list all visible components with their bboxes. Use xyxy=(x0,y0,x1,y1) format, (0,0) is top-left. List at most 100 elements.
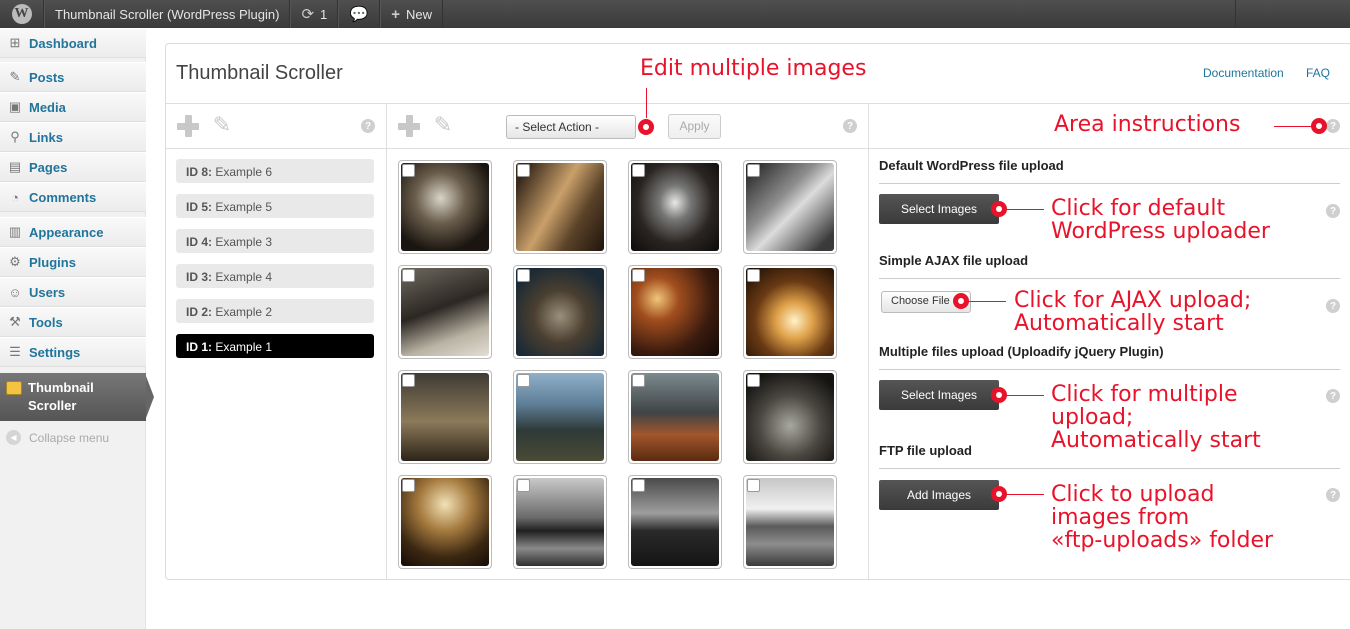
image-thumbnail[interactable] xyxy=(628,475,722,569)
menu-item-label: Pages xyxy=(29,159,68,175)
bulk-action-select[interactable]: - Select Action - xyxy=(506,115,636,139)
image-thumbnail[interactable] xyxy=(743,160,837,254)
new-label: New xyxy=(406,6,433,22)
image-select-checkbox[interactable] xyxy=(632,374,645,387)
wordpress-logo-button[interactable]: W xyxy=(0,0,44,28)
menu-item-appearance[interactable]: ▥ Appearance xyxy=(0,217,146,247)
image-select-checkbox[interactable] xyxy=(402,479,415,492)
collapse-menu-button[interactable]: ◀ Collapse menu xyxy=(6,430,109,445)
image-select-checkbox[interactable] xyxy=(517,374,530,387)
image-thumbnail[interactable] xyxy=(743,370,837,464)
image-thumbnail[interactable] xyxy=(628,265,722,359)
help-icon[interactable]: ? xyxy=(1326,488,1340,502)
image-thumbnail[interactable] xyxy=(743,265,837,359)
edit-slider-icon[interactable]: ✎ xyxy=(209,112,235,138)
slider-list-item[interactable]: ID 5: Example 5 xyxy=(176,194,374,218)
image-thumbnail[interactable] xyxy=(628,370,722,464)
help-icon[interactable]: ? xyxy=(843,119,857,133)
slider-list-item[interactable]: ID 4: Example 3 xyxy=(176,229,374,253)
image-select-checkbox[interactable] xyxy=(632,479,645,492)
select-images-button[interactable]: Select Images xyxy=(879,194,999,224)
image-thumbnail[interactable] xyxy=(513,475,607,569)
new-content-button[interactable]: + New xyxy=(380,0,444,28)
image-select-checkbox[interactable] xyxy=(632,164,645,177)
image-thumbnail[interactable] xyxy=(398,475,492,569)
menu-item-thumbnail-scroller[interactable]: Thumbnail Scroller xyxy=(0,373,146,421)
menu-item-posts[interactable]: ✎ Posts xyxy=(0,62,146,92)
menu-item-label: Users xyxy=(29,284,66,300)
menu-item-media[interactable]: ▣ Media xyxy=(0,92,146,122)
comments-button[interactable]: 💬 xyxy=(338,0,381,28)
image-select-checkbox[interactable] xyxy=(747,164,760,177)
menu-item-settings[interactable]: ☰ Settings xyxy=(0,337,146,367)
links-icon: ⚲ xyxy=(10,129,20,144)
edit-image-icon[interactable]: ✎ xyxy=(430,112,456,138)
image-thumbnail[interactable] xyxy=(398,160,492,254)
annotation-default-upload: Click for default WordPress uploader xyxy=(1051,197,1270,243)
menu-item-users[interactable]: ☺ Users xyxy=(0,277,146,307)
slider-list-item[interactable]: ID 2: Example 2 xyxy=(176,299,374,323)
image-thumbnail[interactable] xyxy=(743,475,837,569)
help-icon[interactable]: ? xyxy=(1326,119,1340,133)
updates-count: 1 xyxy=(320,6,328,22)
media-icon: ▣ xyxy=(8,99,22,114)
help-icon[interactable]: ? xyxy=(1326,204,1340,218)
image-select-checkbox[interactable] xyxy=(517,269,530,282)
slider-list-item[interactable]: ID 8: Example 6 xyxy=(176,159,374,183)
select-images-multiple-button[interactable]: Select Images xyxy=(879,380,999,410)
image-select-checkbox[interactable] xyxy=(747,374,760,387)
plus-icon: + xyxy=(391,5,401,23)
apply-button[interactable]: Apply xyxy=(668,114,721,139)
image-select-checkbox[interactable] xyxy=(747,479,760,492)
image-select-checkbox[interactable] xyxy=(402,374,415,387)
section-divider xyxy=(879,369,1340,370)
menu-item-plugins[interactable]: ⚙ Plugins xyxy=(0,247,146,277)
slider-list-item[interactable]: ID 1: Example 1 xyxy=(176,334,374,358)
select-action-label: - Select Action - xyxy=(515,120,600,134)
add-image-icon[interactable] xyxy=(397,114,421,138)
image-thumbnail[interactable] xyxy=(628,160,722,254)
slider-id: ID 2: xyxy=(186,305,213,319)
image-select-checkbox[interactable] xyxy=(747,269,760,282)
documentation-link[interactable]: Documentation xyxy=(1203,66,1284,80)
annotation-marker xyxy=(1311,118,1327,134)
annotation-multiple-line1: Click for multiple xyxy=(1051,382,1238,407)
account-menu[interactable] xyxy=(1235,0,1350,28)
slider-name: Example 2 xyxy=(215,305,273,319)
slider-id: ID 5: xyxy=(186,200,213,214)
image-select-checkbox[interactable] xyxy=(517,164,530,177)
menu-item-comments[interactable]: ◔ Comments xyxy=(0,182,146,212)
menu-item-tools[interactable]: ⚒ Tools xyxy=(0,307,146,337)
image-thumbnail[interactable] xyxy=(513,370,607,464)
image-select-checkbox[interactable] xyxy=(402,269,415,282)
image-select-checkbox[interactable] xyxy=(402,164,415,177)
tools-icon: ⚒ xyxy=(9,314,21,329)
help-icon[interactable]: ? xyxy=(1326,389,1340,403)
annotation-ajax-line2: Automatically start xyxy=(1014,311,1224,336)
menu-item-pages[interactable]: ▤ Pages xyxy=(0,152,146,182)
ftp-upload-title: FTP file upload xyxy=(879,443,972,458)
annotation-marker xyxy=(991,387,1007,403)
image-select-checkbox[interactable] xyxy=(632,269,645,282)
multiple-upload-title: Multiple files upload (Uploadify jQuery … xyxy=(879,344,1164,359)
image-thumbnail[interactable] xyxy=(513,265,607,359)
faq-link[interactable]: FAQ xyxy=(1306,66,1330,80)
image-select-checkbox[interactable] xyxy=(517,479,530,492)
add-images-button[interactable]: Add Images xyxy=(879,480,999,510)
menu-item-links[interactable]: ⚲ Links xyxy=(0,122,146,152)
annotation-connector xyxy=(646,88,647,118)
menu-item-dashboard[interactable]: ⊞ Dashboard xyxy=(0,28,146,58)
add-slider-icon[interactable] xyxy=(176,114,200,138)
annotation-marker xyxy=(991,486,1007,502)
users-icon: ☺ xyxy=(8,284,22,300)
help-icon[interactable]: ? xyxy=(1326,299,1340,313)
image-thumbnail[interactable] xyxy=(513,160,607,254)
slider-list-item[interactable]: ID 3: Example 4 xyxy=(176,264,374,288)
refresh-icon: ⟳ xyxy=(301,6,315,23)
help-icon[interactable]: ? xyxy=(361,119,375,133)
annotation-ajax-line1: Click for AJAX upload; xyxy=(1014,288,1252,313)
image-thumbnail[interactable] xyxy=(398,370,492,464)
image-thumbnail[interactable] xyxy=(398,265,492,359)
updates-button[interactable]: ⟳ 1 xyxy=(290,0,339,28)
site-name-link[interactable]: Thumbnail Scroller (WordPress Plugin) xyxy=(44,0,291,28)
